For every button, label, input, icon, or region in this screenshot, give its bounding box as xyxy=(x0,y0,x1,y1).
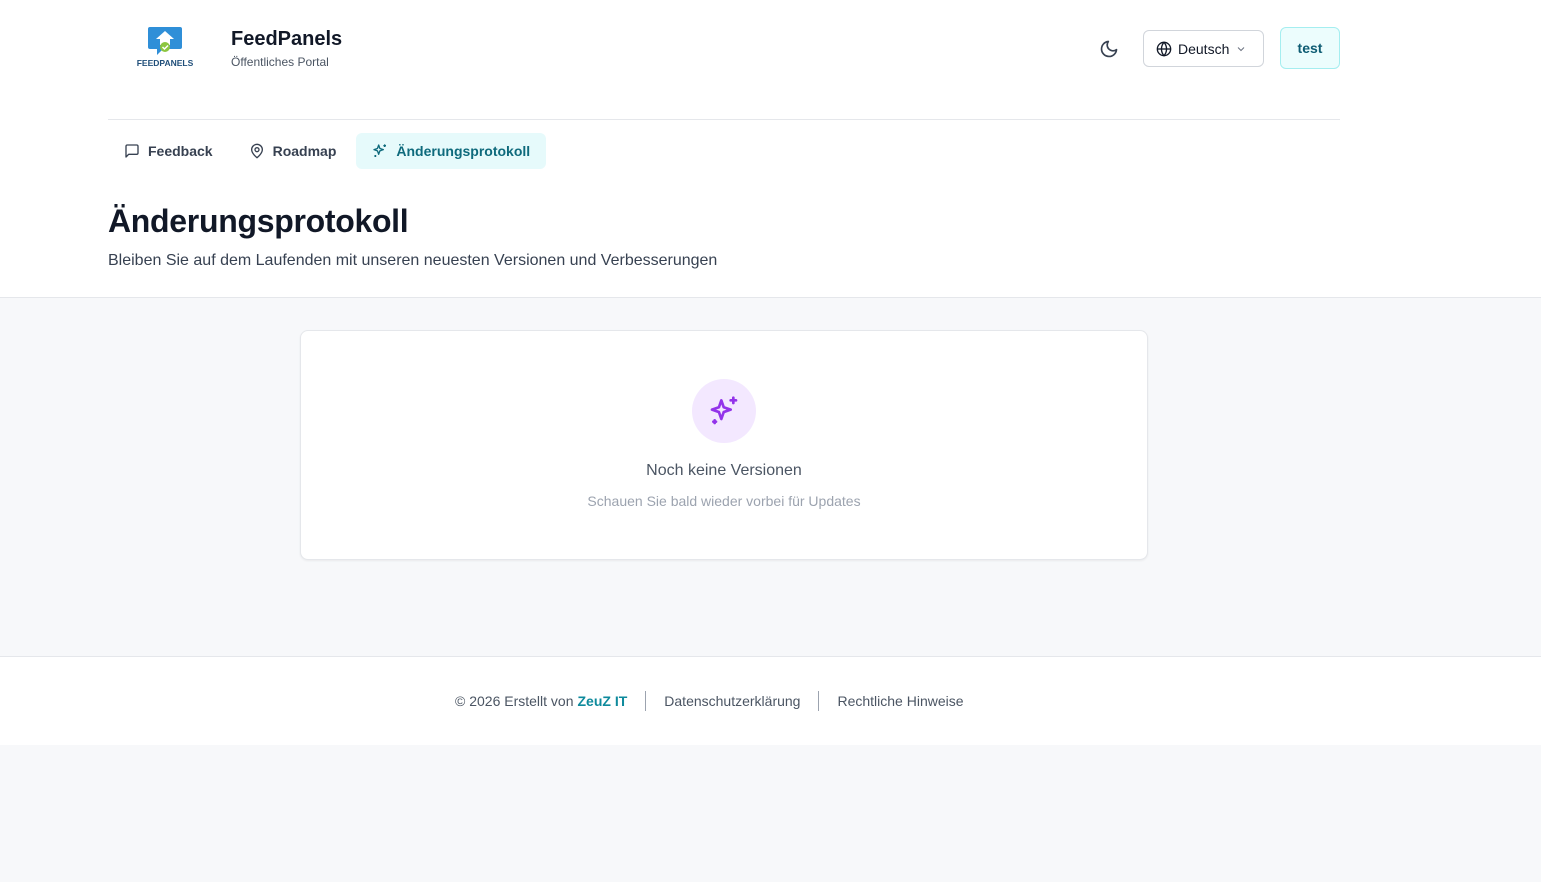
globe-icon xyxy=(1156,40,1172,57)
empty-state-subtitle: Schauen Sie bald wieder vorbei für Updat… xyxy=(587,493,861,509)
nav-item-label: Feedback xyxy=(148,143,213,159)
logo-text: FEEDPANELS xyxy=(137,58,194,68)
empty-state-icon-wrap xyxy=(692,379,756,443)
chevron-down-icon xyxy=(1238,46,1245,51)
brand-subtitle: Öffentliches Portal xyxy=(231,55,329,69)
nav-item-feedback[interactable]: Feedback xyxy=(108,133,229,169)
main-nav: Feedback Roadmap Änderungsprotokoll xyxy=(108,133,547,169)
empty-state-title: Noch keine Versionen xyxy=(646,462,802,479)
nav-item-roadmap[interactable]: Roadmap xyxy=(233,133,353,169)
sparkles-icon xyxy=(710,396,738,425)
moon-icon xyxy=(1100,40,1118,58)
header: FEEDPANELS FeedPanels Öffentliches Porta… xyxy=(108,0,1340,120)
language-select[interactable]: Deutsch xyxy=(1143,30,1264,67)
page-title: Änderungsprotokoll xyxy=(108,203,409,239)
brand-logo[interactable]: FEEDPANELS xyxy=(133,25,197,69)
footer-divider xyxy=(818,691,820,711)
language-label: Deutsch xyxy=(1178,40,1230,57)
nav-item-changelog[interactable]: Änderungsprotokoll xyxy=(356,133,547,169)
top-section: FEEDPANELS FeedPanels Öffentliches Porta… xyxy=(0,0,1541,298)
privacy-link[interactable]: Datenschutzerklärung xyxy=(664,693,800,709)
logo-image: FEEDPANELS xyxy=(137,27,194,68)
nav-item-label: Roadmap xyxy=(272,143,337,159)
legal-link[interactable]: Rechtliche Hinweise xyxy=(837,693,963,709)
nav-item-label: Änderungsprotokoll xyxy=(396,143,531,159)
message-square-icon xyxy=(125,144,139,158)
zeuz-it-link[interactable]: ZeuZ IT xyxy=(578,693,628,709)
footer-divider xyxy=(645,691,647,711)
copyright-text: © 2026 Erstellt von xyxy=(455,693,574,709)
map-pin-icon xyxy=(250,143,263,159)
theme-toggle-button[interactable] xyxy=(1094,34,1124,64)
footer: © 2026 Erstellt von ZeuZ IT Datenschutze… xyxy=(0,656,1541,745)
sparkles-icon xyxy=(373,144,387,157)
empty-state-card: Noch keine Versionen Schauen Sie bald wi… xyxy=(300,330,1148,560)
footer-links: © 2026 Erstellt von ZeuZ IT Datenschutze… xyxy=(455,691,964,711)
user-button[interactable]: test xyxy=(1280,27,1340,69)
page-subtitle: Bleiben Sie auf dem Laufenden mit unsere… xyxy=(108,252,718,269)
brand-name: FeedPanels xyxy=(231,28,343,50)
